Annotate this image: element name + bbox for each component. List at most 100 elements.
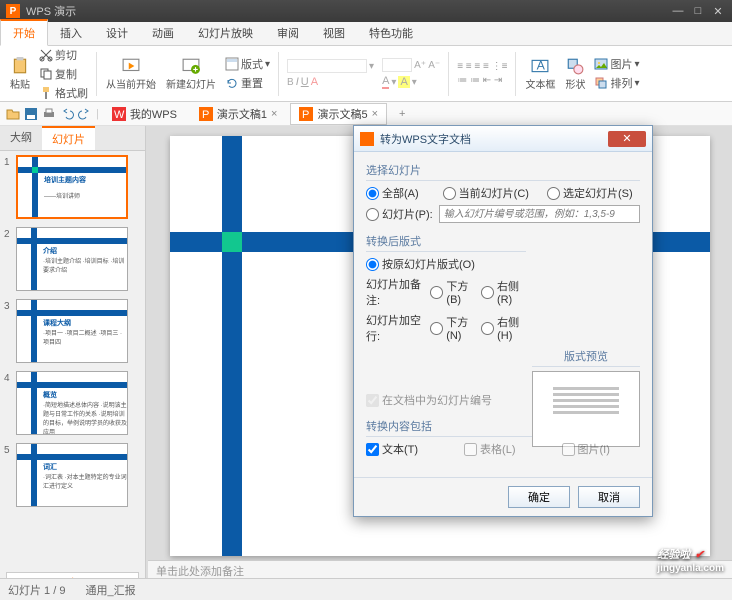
font-color[interactable]: A ▾ A ▾ (379, 74, 443, 90)
list-buttons[interactable]: ≔ ≔ ⇤ ⇥ (454, 74, 510, 87)
radio-blank-right[interactable]: 右侧(H) (481, 314, 526, 342)
watermark: 经验啦 ✔ jingyanla.com (657, 545, 724, 574)
doc-tab-pres5[interactable]: P 演示文稿5 × (290, 103, 387, 125)
thumbnail-5[interactable]: 5 词汇·词汇表 ·对本主题特定的专业词汇进行定义 (4, 443, 141, 507)
font-size-select[interactable]: A⁺ A⁻ (379, 57, 443, 73)
arrange-button[interactable]: 排列 ▾ (591, 74, 642, 92)
radio-notes-right[interactable]: 右侧(R) (481, 278, 526, 306)
thumbnail-1[interactable]: 1 培训主题内容——培训讲师 (4, 155, 141, 219)
slide-sub: ·简短地描述总体内容 ·说明该主题与日常工作的关系 ·说明培训的目标，举例说明学… (43, 400, 127, 435)
cancel-button[interactable]: 取消 (578, 486, 640, 508)
notes-area[interactable]: 单击此处添加备注 (148, 560, 732, 578)
slide-sub: ——培训讲师 (44, 191, 80, 200)
open-icon[interactable] (6, 107, 20, 121)
tab-slideshow[interactable]: 幻灯片放映 (186, 21, 265, 45)
layout-icon (225, 57, 239, 71)
tab-view[interactable]: 视图 (311, 21, 357, 45)
check-text[interactable]: 文本(T) (366, 441, 418, 457)
brush-icon (39, 86, 53, 100)
notes-placeholder: 单击此处添加备注 (156, 566, 244, 578)
new-slide-label: 新建幻灯片 (166, 76, 216, 91)
copy-button[interactable]: 复制 (36, 65, 91, 83)
ok-button[interactable]: 确定 (508, 486, 570, 508)
tab-insert[interactable]: 插入 (48, 21, 94, 45)
range-input[interactable] (439, 205, 640, 223)
thumbnail-2[interactable]: 2 介绍·培训主题介绍 ·培训目标 ·培训要求介绍 (4, 227, 141, 291)
tab-design[interactable]: 设计 (94, 21, 140, 45)
layout-button[interactable]: 版式 ▾ (222, 55, 273, 73)
dialog-close-button[interactable]: ✕ (608, 131, 646, 147)
slide-sub: ·培训主题介绍 ·培训目标 ·培训要求介绍 (43, 256, 127, 274)
group-layout: 转换后版式 (366, 233, 526, 252)
group-select-slides: 选择幻灯片 (366, 162, 640, 181)
maximize-icon[interactable]: □ (690, 4, 706, 18)
check-table[interactable]: 表格(L) (464, 441, 515, 457)
radio-blank-below[interactable]: 下方(N) (430, 314, 475, 342)
formatpainter-label: 格式刷 (55, 85, 88, 101)
titlebar: P WPS 演示 — □ ✕ (0, 0, 732, 22)
svg-text:P: P (202, 109, 209, 121)
layout-label: 版式 (241, 56, 263, 72)
new-slide-button[interactable]: 新建幻灯片 (162, 55, 220, 93)
radio-orig-layout[interactable]: 按原幻灯片版式(O) (366, 256, 475, 272)
minimize-icon[interactable]: — (670, 4, 686, 18)
slide-number: 3 (4, 299, 16, 363)
radio-range[interactable]: 幻灯片(P): (366, 206, 433, 222)
tab-slides[interactable]: 幻灯片 (42, 126, 95, 150)
slide-title: 词汇 (43, 462, 57, 472)
arrange-icon (594, 76, 608, 90)
app-logo-icon: P (6, 4, 20, 18)
dialog-icon (360, 132, 374, 146)
doc-tab-mywps[interactable]: W 我的WPS (103, 103, 186, 125)
paste-button[interactable]: 粘贴 (6, 55, 34, 93)
save-icon[interactable] (24, 107, 38, 121)
cut-button[interactable]: 剪切 (36, 46, 91, 64)
slide-panel: 大纲 幻灯片 1 培训主题内容——培训讲师 2 介绍·培训主题介绍 ·培训目标 … (0, 126, 146, 600)
doc-tab-label: 演示文稿5 (317, 106, 367, 122)
reset-label: 重置 (241, 75, 263, 91)
radio-notes-below[interactable]: 下方(B) (430, 278, 475, 306)
font-controls[interactable]: B I U A (284, 75, 377, 89)
thumbnail-4[interactable]: 4 概览·简短地描述总体内容 ·说明该主题与日常工作的关系 ·说明培训的目标，举… (4, 371, 141, 435)
check-image[interactable]: 图片(I) (562, 441, 610, 457)
tab-review[interactable]: 审阅 (265, 21, 311, 45)
font-family-select[interactable]: ▾ (284, 58, 377, 74)
svg-text:W: W (114, 109, 125, 121)
doc-tab-pres1[interactable]: P 演示文稿1 × (190, 103, 287, 125)
close-tab-icon[interactable]: × (372, 108, 378, 120)
preview-box: 版式预览 (532, 348, 640, 447)
slide-number: 4 (4, 371, 16, 435)
close-tab-icon[interactable]: × (271, 108, 277, 120)
close-icon[interactable]: ✕ (710, 4, 726, 18)
copy-icon (39, 67, 53, 81)
print-icon[interactable] (42, 107, 56, 121)
shape-button[interactable]: 形状 (561, 55, 589, 93)
label-blank: 幻灯片加空行: (366, 312, 424, 344)
watermark-brand: 经验啦 (657, 549, 690, 561)
radio-selected[interactable]: 选定幻灯片(S) (547, 185, 633, 201)
tab-animation[interactable]: 动画 (140, 21, 186, 45)
thumbnail-3[interactable]: 3 课程大纲·项目一 ·项目二概述 ·项目三 ·项目四 (4, 299, 141, 363)
add-doc-icon[interactable]: + (391, 108, 413, 120)
from-current-button[interactable]: 从当前开始 (102, 55, 160, 93)
formatpainter-button[interactable]: 格式刷 (36, 84, 91, 102)
undo-icon[interactable] (60, 107, 74, 121)
tab-outline[interactable]: 大纲 (0, 126, 42, 150)
picture-label: 图片 (610, 56, 632, 72)
radio-current[interactable]: 当前幻灯片(C) (443, 185, 529, 201)
reset-button[interactable]: 重置 (222, 74, 273, 92)
check-numbering: 在文档中为幻灯片编号 (366, 392, 492, 408)
convert-dialog: 转为WPS文字文档 ✕ 选择幻灯片 全部(A) 当前幻灯片(C) 选定幻灯片(S… (353, 125, 653, 517)
panel-tabs: 大纲 幻灯片 (0, 126, 145, 151)
align-buttons[interactable]: ≡ ≡ ≡ ≡ ⋮≡ (454, 60, 510, 73)
picture-button[interactable]: 图片 ▾ (591, 55, 642, 73)
thumbnails: 1 培训主题内容——培训讲师 2 介绍·培训主题介绍 ·培训目标 ·培训要求介绍… (0, 151, 145, 566)
redo-icon[interactable] (78, 107, 92, 121)
tab-special[interactable]: 特色功能 (357, 21, 425, 45)
new-slide-icon (182, 57, 200, 75)
textbox-button[interactable]: A 文本框 (521, 55, 559, 93)
tab-start[interactable]: 开始 (0, 19, 48, 46)
clipboard-icon (11, 57, 29, 75)
reset-icon (225, 76, 239, 90)
radio-all[interactable]: 全部(A) (366, 185, 419, 201)
